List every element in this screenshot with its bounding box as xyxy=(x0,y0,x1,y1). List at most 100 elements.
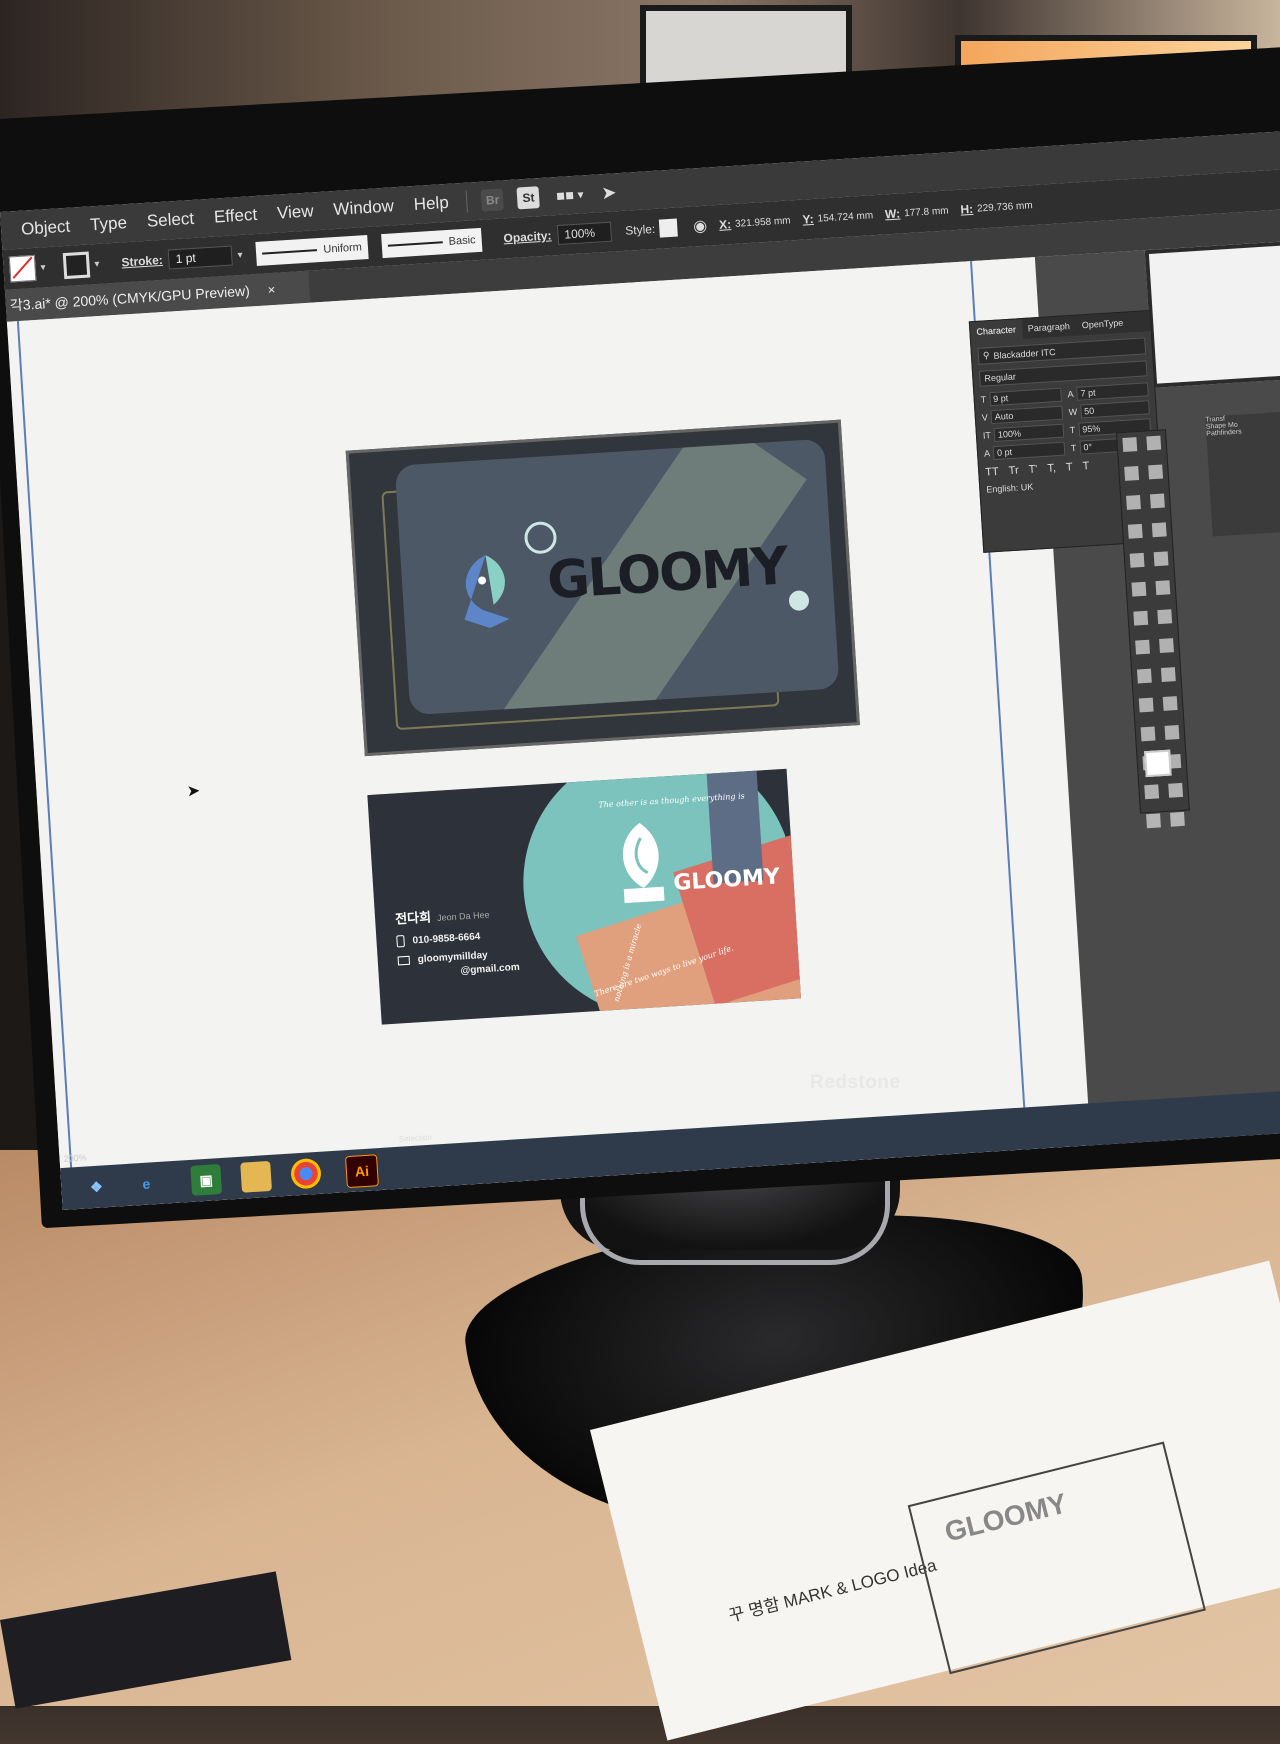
fill-swatch[interactable] xyxy=(8,254,37,283)
internet-explorer-icon[interactable]: e xyxy=(130,1168,162,1200)
zoom-level[interactable]: 200% xyxy=(63,1152,87,1163)
brush-definition[interactable]: Basic xyxy=(381,227,483,259)
underline-button[interactable]: T xyxy=(1066,461,1073,473)
eyedropper-tool-icon[interactable] xyxy=(1140,726,1156,742)
business-card-front[interactable]: GLOOMY xyxy=(345,419,860,757)
pencil-tool-icon[interactable] xyxy=(1131,581,1147,597)
shape-builder-tool-icon[interactable] xyxy=(1136,668,1152,684)
stock-button[interactable]: St xyxy=(516,186,541,210)
phone-icon xyxy=(396,935,405,948)
paintbrush-tool-icon[interactable] xyxy=(1153,551,1169,567)
kerning-icon: V xyxy=(981,412,989,423)
menu-window[interactable]: Window xyxy=(333,196,395,220)
gradient-tool-icon[interactable] xyxy=(1162,696,1178,711)
menu-help[interactable]: Help xyxy=(413,193,449,215)
phone-line: 010-9858-6664 xyxy=(396,930,481,948)
x-input[interactable]: 321.958 mm xyxy=(735,215,791,229)
vertical-scale-input[interactable]: 100% xyxy=(993,423,1065,443)
font-family-field[interactable]: ⚲ Blackadder ITC xyxy=(977,337,1147,365)
file-explorer-icon[interactable] xyxy=(240,1160,272,1193)
pen-tool-icon[interactable] xyxy=(1126,494,1141,510)
chevron-down-icon[interactable]: ▾ xyxy=(237,249,243,260)
chevron-down-icon[interactable]: ▾ xyxy=(577,187,584,201)
tab-paragraph[interactable]: Paragraph xyxy=(1022,321,1077,334)
chevron-down-icon[interactable]: ▾ xyxy=(40,262,46,273)
workspace-switcher-icon[interactable] xyxy=(557,191,574,200)
illustrator-app-icon[interactable]: Ai xyxy=(344,1154,379,1189)
tracking-input[interactable]: 50 xyxy=(1079,400,1150,419)
opacity-input[interactable]: 100% xyxy=(556,221,612,246)
menu-type[interactable]: Type xyxy=(90,213,128,235)
width-tool-icon[interactable] xyxy=(1135,639,1151,655)
chrome-icon[interactable] xyxy=(290,1157,322,1190)
stroke-label[interactable]: Stroke: xyxy=(121,253,163,270)
subscript-button[interactable]: T, xyxy=(1047,462,1056,475)
stroke-weight-input[interactable]: 1 pt xyxy=(168,245,234,270)
y-label: Y: xyxy=(802,211,815,227)
menu-object[interactable]: Object xyxy=(21,217,71,240)
blend-tool-icon[interactable] xyxy=(1164,725,1180,740)
slice-tool-icon[interactable] xyxy=(1168,782,1184,798)
tab-character[interactable]: Character xyxy=(969,319,1023,343)
rectangle-tool-icon[interactable] xyxy=(1129,552,1145,568)
artboard-tool-icon[interactable] xyxy=(1144,784,1160,800)
curvature-tool-icon[interactable] xyxy=(1149,493,1165,509)
scale-tool-icon[interactable] xyxy=(1157,609,1173,625)
artboard-canvas[interactable]: ➤ GLOOMY GLOOMY The other is as though e… xyxy=(6,257,1091,1211)
kerning-cell: V Auto xyxy=(981,405,1064,425)
brush-label: Basic xyxy=(448,234,476,248)
line-tool-icon[interactable] xyxy=(1151,522,1167,538)
magic-wand-tool-icon[interactable] xyxy=(1124,466,1140,481)
recolor-artwork-icon[interactable]: ◉ xyxy=(693,216,708,237)
w-input[interactable]: 177.8 mm xyxy=(904,205,949,219)
kerning-input[interactable]: Auto xyxy=(990,405,1064,425)
fill-stroke-color-box[interactable] xyxy=(1144,749,1172,778)
style-label: Style: xyxy=(624,221,656,238)
mesh-tool-icon[interactable] xyxy=(1138,697,1154,713)
leading-icon: A xyxy=(1067,388,1074,400)
name-english: Jeon Da Hee xyxy=(436,909,490,923)
eraser-tool-icon[interactable] xyxy=(1155,580,1171,596)
email-user: gloomymillday xyxy=(417,949,488,966)
artboard-thumbnail[interactable] xyxy=(1144,240,1280,388)
font-family-value: Blackadder ITC xyxy=(993,346,1056,361)
free-transform-tool-icon[interactable] xyxy=(1159,638,1174,654)
close-icon[interactable]: × xyxy=(267,281,276,296)
opacity-label[interactable]: Opacity: xyxy=(503,228,552,245)
leading-input[interactable]: 7 pt xyxy=(1076,382,1149,401)
h-input[interactable]: 229.736 mm xyxy=(977,200,1033,214)
tab-opentype[interactable]: OpenType xyxy=(1075,317,1129,331)
search-icon: ⚲ xyxy=(982,350,990,361)
all-caps-button[interactable]: TT xyxy=(985,466,999,479)
zoom-tool-icon[interactable] xyxy=(1170,811,1185,827)
menu-select[interactable]: Select xyxy=(146,209,194,232)
h-label: H: xyxy=(960,201,974,217)
pointer-cursor-icon: ➤ xyxy=(186,782,201,801)
baseline-input[interactable]: 0 pt xyxy=(992,441,1066,461)
superscript-button[interactable]: T' xyxy=(1028,463,1038,476)
graphic-style-swatch[interactable] xyxy=(658,218,678,238)
bridge-button[interactable]: Br xyxy=(480,188,505,212)
small-caps-button[interactable]: Tr xyxy=(1008,465,1019,478)
chevron-down-icon[interactable]: ▾ xyxy=(94,258,100,269)
rotate-tool-icon[interactable] xyxy=(1133,610,1149,626)
business-card-back[interactable]: GLOOMY The other is as though everything… xyxy=(367,768,801,1025)
store-icon[interactable]: ▣ xyxy=(190,1164,223,1196)
selection-tool-icon[interactable] xyxy=(1122,437,1138,452)
windows-start-icon[interactable]: ❖ xyxy=(80,1171,112,1203)
stroke-swatch[interactable] xyxy=(62,251,91,280)
menu-effect[interactable]: Effect xyxy=(213,205,257,228)
type-tool-icon[interactable] xyxy=(1127,523,1143,539)
font-size-input[interactable]: 9 pt xyxy=(988,387,1063,407)
perspective-grid-tool-icon[interactable] xyxy=(1160,667,1176,682)
lasso-tool-icon[interactable] xyxy=(1148,464,1164,480)
variable-width-profile[interactable]: Uniform xyxy=(255,234,369,266)
direct-selection-tool-icon[interactable] xyxy=(1146,435,1162,451)
w-label: W: xyxy=(884,206,901,222)
hand-tool-icon[interactable] xyxy=(1146,813,1161,829)
menu-view[interactable]: View xyxy=(276,201,314,223)
y-input[interactable]: 154.724 mm xyxy=(817,210,873,224)
rocket-icon[interactable]: ➤ xyxy=(601,182,617,204)
vertical-scale-cell: IT 100% xyxy=(983,423,1065,443)
strikethrough-button[interactable]: T xyxy=(1082,460,1089,472)
